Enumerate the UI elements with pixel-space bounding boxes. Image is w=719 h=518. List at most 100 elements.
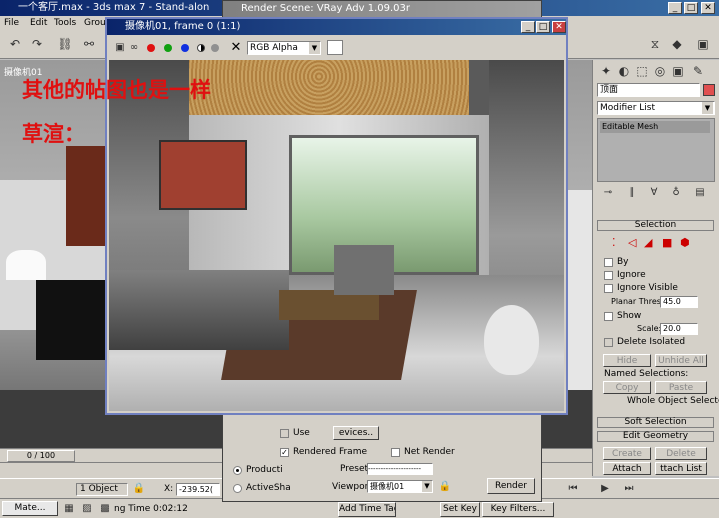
color-swatch[interactable] [327,40,343,55]
x-coord-field[interactable]: -239.52( [176,483,220,496]
make-unique-icon[interactable]: ∀ [645,184,663,202]
undo-icon[interactable]: ↶ [6,35,24,53]
main-minimize-button[interactable]: _ [668,2,682,14]
element-icon[interactable]: ⬢ [680,236,690,249]
hierarchy-tab-icon[interactable]: ⬚ [633,62,651,80]
object-color-swatch[interactable] [703,84,715,96]
frame-maximize-button[interactable]: □ [536,21,550,33]
dropdown-arrow-icon: ▼ [702,102,713,114]
paste-button[interactable]: Paste [655,381,707,394]
preset-dropdown[interactable]: --------------------- [367,463,433,475]
viewport-painting [66,146,106,246]
redo-icon[interactable]: ↷ [28,35,46,53]
menu-edit[interactable]: Edit [30,18,47,28]
show-normals-checkbox[interactable] [604,312,613,321]
clear-frame-icon[interactable]: ✕ [227,39,245,57]
channel-dropdown[interactable]: RGB Alpha ▼ [247,41,321,55]
play-icon[interactable]: ▶ [596,480,614,498]
create-tab-icon[interactable]: ✦ [597,62,615,80]
mirror-icon[interactable]: ⧖ [646,35,664,53]
viewport-lock-icon[interactable]: 🔒 [436,478,454,496]
ignore-backfacing-checkbox[interactable] [604,271,613,280]
frame-minimize-button[interactable]: _ [521,21,535,33]
taskbar-icon-c[interactable]: ▩ [96,500,114,518]
rendered-frame-checkbox[interactable]: ✓ [280,448,289,457]
selection-rollout-title: Selection [634,220,677,230]
net-render-checkbox[interactable] [391,448,400,457]
render-button[interactable]: Render [487,478,535,494]
prev-frame-icon[interactable]: ⏮ [564,480,582,498]
vertex-icon[interactable]: ⁚ [612,236,616,249]
delete-isolated-checkbox[interactable] [604,338,613,347]
key-filters-button[interactable]: Key Filters... [482,502,554,517]
unhide-all-button[interactable]: Unhide All [655,354,707,367]
link-icon[interactable]: ⛓ [56,35,74,53]
configure-sets-icon[interactable]: ▤ [691,184,709,202]
selection-rollout-header[interactable]: Selection [597,220,714,231]
object-name-field[interactable]: 顶面 [597,83,700,97]
production-radio[interactable] [233,466,242,475]
scale-label: Scale: [637,324,662,333]
frame-toolbar: ▣ ∞ ✕ RGB Alpha ▼ [107,37,566,59]
main-maximize-button[interactable]: □ [684,2,698,14]
soft-selection-rollout-header[interactable]: Soft Selection [597,417,714,428]
time-slider-thumb[interactable]: 0 / 100 [7,450,75,462]
render-time-text: ng Time 0:02:12 [114,504,188,514]
pin-stack-icon[interactable]: ⊸ [599,184,617,202]
modify-tab-icon[interactable]: ◐ [615,62,633,80]
add-time-tag-button[interactable]: Add Time Tag [338,502,396,517]
use-device-checkbox[interactable] [280,429,289,438]
show-end-result-icon[interactable]: ∥ [623,184,641,202]
taskbar-max-button[interactable]: Mate... [2,501,58,516]
edge-icon[interactable]: ◁ [628,236,636,249]
show-label: Show [617,311,642,321]
red-channel-toggle[interactable] [147,44,155,52]
scale-field[interactable]: 20.0 [660,323,698,335]
modifier-list-dropdown[interactable]: Modifier List ▼ [597,101,715,115]
blue-channel-toggle[interactable] [181,44,189,52]
frame-window-title: 摄像机01, frame 0 (1:1) [125,21,241,32]
unlink-icon[interactable]: ⚯ [80,35,98,53]
by-vertex-checkbox[interactable] [604,258,613,267]
edit-geometry-rollout-header[interactable]: Edit Geometry [597,431,714,442]
clone-frame-icon[interactable]: ∞ [125,39,143,57]
set-key-button[interactable]: Set Key [440,502,480,517]
ignore-label: Ignore [617,270,646,280]
main-close-button[interactable]: ✕ [701,2,715,14]
ignore-visible-checkbox[interactable] [604,284,613,293]
monochrome-toggle[interactable] [211,44,219,52]
menu-file[interactable]: File [4,18,19,28]
edit-geometry-title: Edit Geometry [622,431,689,441]
ignore-visible-label: Ignore Visible [617,283,678,293]
viewport-lamp [6,250,46,280]
viewport-dropdown[interactable]: 摄像机01 ▼ [367,480,433,493]
activeshade-radio[interactable] [233,484,242,493]
render-icon[interactable]: ▣ [694,35,712,53]
taskbar-icon-b[interactable]: ▨ [78,500,96,518]
taskbar-icon-a[interactable]: ▦ [60,500,78,518]
utilities-tab-icon[interactable]: ✎ [689,62,707,80]
alpha-channel-toggle[interactable] [197,44,205,52]
x-coord-value: -239.52( [179,485,213,494]
frame-close-button[interactable]: ✕ [552,21,566,33]
stack-item-editable-mesh[interactable]: Editable Mesh [600,121,710,133]
devices-button[interactable]: evices.. [333,426,379,440]
attach-list-button[interactable]: ttach List [655,462,707,475]
copy-button[interactable]: Copy [603,381,651,394]
face-icon[interactable]: ◢ [644,236,652,249]
remove-modifier-icon[interactable]: ♁ [667,184,685,202]
create-button[interactable]: Create [603,447,651,460]
attach-button[interactable]: Attach [603,462,651,475]
menu-tools[interactable]: Tools [54,18,76,28]
hide-button[interactable]: Hide [603,354,651,367]
motion-tab-icon[interactable]: ◎ [651,62,669,80]
display-tab-icon[interactable]: ▣ [669,62,687,80]
planar-thresh-field[interactable]: 45.0 [660,296,698,308]
align-icon[interactable]: ◆ [668,35,686,53]
selection-count-field: 1 Object [76,483,128,496]
delete-button[interactable]: Delete [655,447,707,460]
lock-selection-icon[interactable]: 🔒 [130,480,148,498]
next-frame-icon[interactable]: ⏭ [620,480,638,498]
green-channel-toggle[interactable] [164,44,172,52]
polygon-icon[interactable]: ■ [662,236,672,249]
